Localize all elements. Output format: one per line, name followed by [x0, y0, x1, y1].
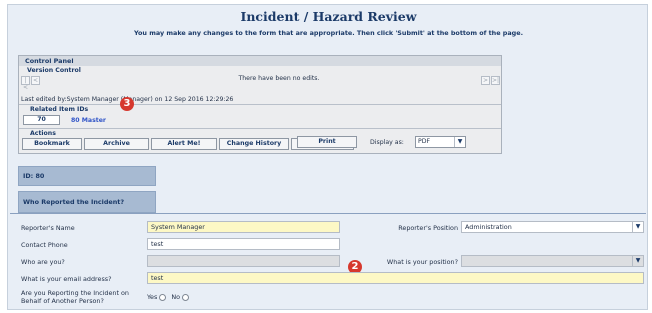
last-version-button[interactable]: >|	[491, 76, 500, 85]
chevron-down-icon: ▼	[632, 256, 643, 266]
your-position-select[interactable]: ▼	[461, 255, 644, 267]
reporter-position-label: Reporter's Position	[398, 224, 458, 232]
email-label: What is your email address?	[21, 275, 112, 283]
reporter-position-value: Administration	[465, 223, 512, 231]
display-as-select[interactable]: PDF ▼	[415, 136, 466, 148]
id-section-tab: ID: 80	[18, 166, 156, 186]
yes-label: Yes	[147, 293, 158, 301]
no-label: No	[171, 293, 181, 301]
previous-version-button[interactable]: <	[31, 76, 40, 85]
reporter-name-label: Reporter's Name	[21, 224, 75, 232]
first-version-button[interactable]: |<	[21, 76, 30, 91]
archive-button[interactable]: Archive	[84, 138, 149, 150]
email-field[interactable]: test	[147, 272, 644, 284]
on-behalf-label: Are you Reporting the Incident on Behalf…	[21, 289, 129, 305]
related-item-id[interactable]: 70	[23, 115, 60, 125]
version-control-label: Version Control	[27, 67, 81, 74]
yes-radio[interactable]	[159, 293, 167, 301]
display-as-value: PDF	[418, 138, 431, 145]
chevron-down-icon: ▼	[454, 137, 465, 147]
who-are-you-field[interactable]	[147, 255, 340, 267]
next-version-button[interactable]: >	[481, 76, 490, 85]
related-item-master-link[interactable]: 80 Master	[71, 117, 106, 124]
annotation-marker-3: 3	[120, 97, 134, 111]
print-button[interactable]: Print	[297, 136, 357, 148]
reporter-position-select[interactable]: Administration ▼	[461, 221, 644, 233]
page-instructions: You may make any changes to the form tha…	[133, 29, 523, 37]
no-edits-message: There have been no edits.	[238, 75, 320, 82]
on-behalf-radio-group: Yes No	[147, 293, 192, 301]
your-position-label: What is your position?	[386, 258, 458, 266]
actions-label: Actions	[30, 130, 56, 137]
who-are-you-label: Who are you?	[21, 258, 65, 266]
display-as-label: Display as:	[370, 139, 404, 146]
bookmark-button[interactable]: Bookmark	[22, 138, 82, 150]
incident-review-page: Incident / Hazard Review You may make an…	[7, 4, 648, 310]
who-reported-section-tab: Who Reported the Incident?	[18, 191, 156, 213]
contact-phone-field[interactable]: test	[147, 238, 340, 250]
change-history-button[interactable]: Change History	[219, 138, 289, 150]
no-radio[interactable]	[182, 293, 190, 301]
chevron-down-icon: ▼	[632, 222, 643, 232]
reporter-name-field[interactable]: System Manager	[147, 221, 340, 233]
related-item-ids-label: Related Item IDs	[30, 106, 89, 113]
contact-phone-label: Contact Phone	[21, 241, 68, 249]
divider	[19, 128, 501, 129]
section-divider	[10, 213, 646, 214]
alert-me-button[interactable]: Alert Me!	[151, 138, 217, 150]
control-panel-header: Control Panel	[19, 56, 501, 66]
divider	[19, 104, 501, 105]
page-title: Incident / Hazard Review	[240, 9, 417, 24]
